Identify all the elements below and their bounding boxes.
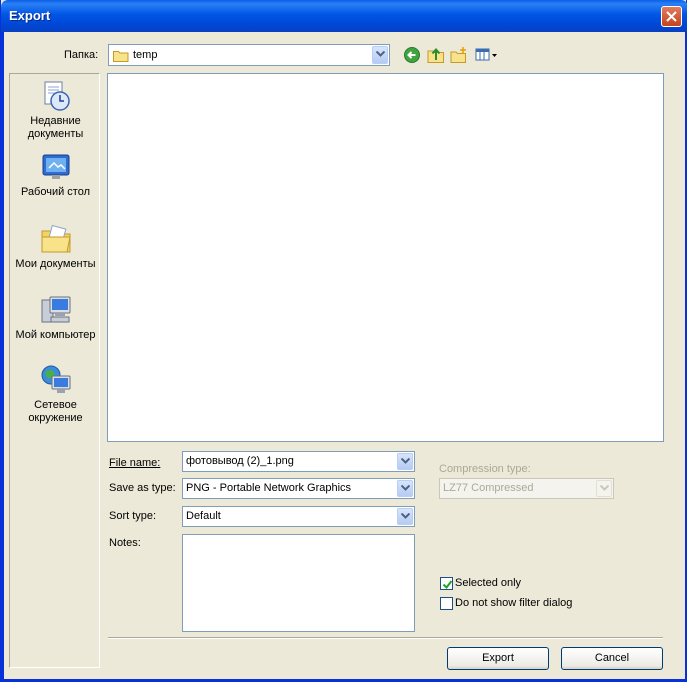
sort-type-label: Sort type:: [109, 510, 157, 522]
folder-select[interactable]: temp: [108, 44, 390, 66]
chevron-down-icon: [401, 458, 410, 464]
place-label: Недавние документы: [27, 115, 84, 140]
place-network[interactable]: Сетевое окружение: [10, 364, 101, 425]
no-filter-dialog-label[interactable]: Do not show filter dialog: [455, 597, 572, 609]
file-name-label: File name:: [109, 457, 160, 469]
no-filter-dialog-checkbox[interactable]: [440, 597, 453, 610]
footer-divider: [108, 637, 663, 639]
desktop-icon: [42, 154, 69, 179]
chevron-down-icon: [401, 485, 410, 491]
folder-dropdown-button[interactable]: [372, 46, 388, 64]
recent-documents-icon: [44, 81, 70, 111]
title-bar[interactable]: Export: [1, 0, 687, 32]
places-bar: Недавние документы Рабочий стол Мои доку…: [9, 73, 100, 668]
sort-type-select[interactable]: Default: [182, 506, 415, 527]
network-places-icon: [41, 365, 70, 393]
place-desktop[interactable]: Рабочий стол: [10, 151, 101, 199]
back-arrow-icon: [404, 47, 420, 63]
close-button[interactable]: [661, 6, 682, 27]
compression-dropdown-button[interactable]: [596, 480, 612, 497]
place-label: Сетевое окружение: [28, 399, 83, 424]
export-button[interactable]: Export: [447, 647, 549, 670]
my-documents-icon: [41, 224, 71, 253]
file-name-dropdown-button[interactable]: [397, 453, 413, 470]
place-label: Рабочий стол: [20, 186, 91, 198]
notes-textarea[interactable]: [182, 534, 415, 632]
window-title: Export: [9, 8, 51, 23]
notes-label: Notes:: [109, 537, 141, 549]
file-name-value: фотовывод (2)_1.png: [186, 455, 294, 467]
chevron-down-icon: [376, 51, 385, 57]
place-label: Мой компьютер: [15, 329, 96, 341]
checkmark-icon: [442, 580, 453, 590]
chevron-down-icon: [401, 513, 410, 519]
folder-label: Папка:: [64, 49, 99, 61]
file-list[interactable]: [107, 73, 664, 442]
save-as-type-value: PNG - Portable Network Graphics: [186, 482, 352, 494]
save-as-type-dropdown-button[interactable]: [397, 480, 413, 497]
compression-type-select[interactable]: LZ77 Compressed: [439, 478, 614, 499]
new-folder-icon: [450, 47, 466, 63]
my-computer-icon: [41, 296, 70, 323]
up-folder-button[interactable]: [427, 46, 445, 64]
selected-only-checkbox[interactable]: [440, 577, 453, 590]
export-dialog: Export Папка: temp Недавние документы Ра…: [0, 0, 687, 682]
sort-type-dropdown-button[interactable]: [397, 508, 413, 525]
folder-icon: [113, 51, 129, 62]
chevron-down-icon: [600, 485, 609, 491]
selected-only-label[interactable]: Selected only: [455, 577, 521, 589]
file-name-label-text: File name:: [109, 457, 161, 469]
place-my-computer[interactable]: Мой компьютер: [10, 294, 101, 342]
save-as-type-label: Save as type:: [109, 482, 176, 494]
compression-type-label: Compression type:: [439, 463, 531, 475]
compression-type-value: LZ77 Compressed: [443, 482, 534, 494]
save-as-type-select[interactable]: PNG - Portable Network Graphics: [182, 478, 415, 499]
up-folder-icon: [427, 47, 444, 63]
back-button[interactable]: [403, 46, 421, 64]
folder-value: temp: [133, 49, 158, 61]
place-recent-documents[interactable]: Недавние документы: [10, 80, 101, 141]
close-icon: [666, 11, 677, 22]
cancel-button[interactable]: Cancel: [561, 647, 663, 670]
new-folder-button[interactable]: [450, 46, 468, 64]
place-my-documents[interactable]: Мои документы: [10, 223, 101, 271]
view-menu-icon: [475, 48, 497, 61]
sort-type-value: Default: [186, 510, 221, 522]
frame-left: [1, 32, 4, 682]
view-menu-button[interactable]: [475, 46, 499, 64]
file-name-input[interactable]: фотовывод (2)_1.png: [182, 451, 415, 472]
place-label: Мои документы: [15, 258, 96, 270]
